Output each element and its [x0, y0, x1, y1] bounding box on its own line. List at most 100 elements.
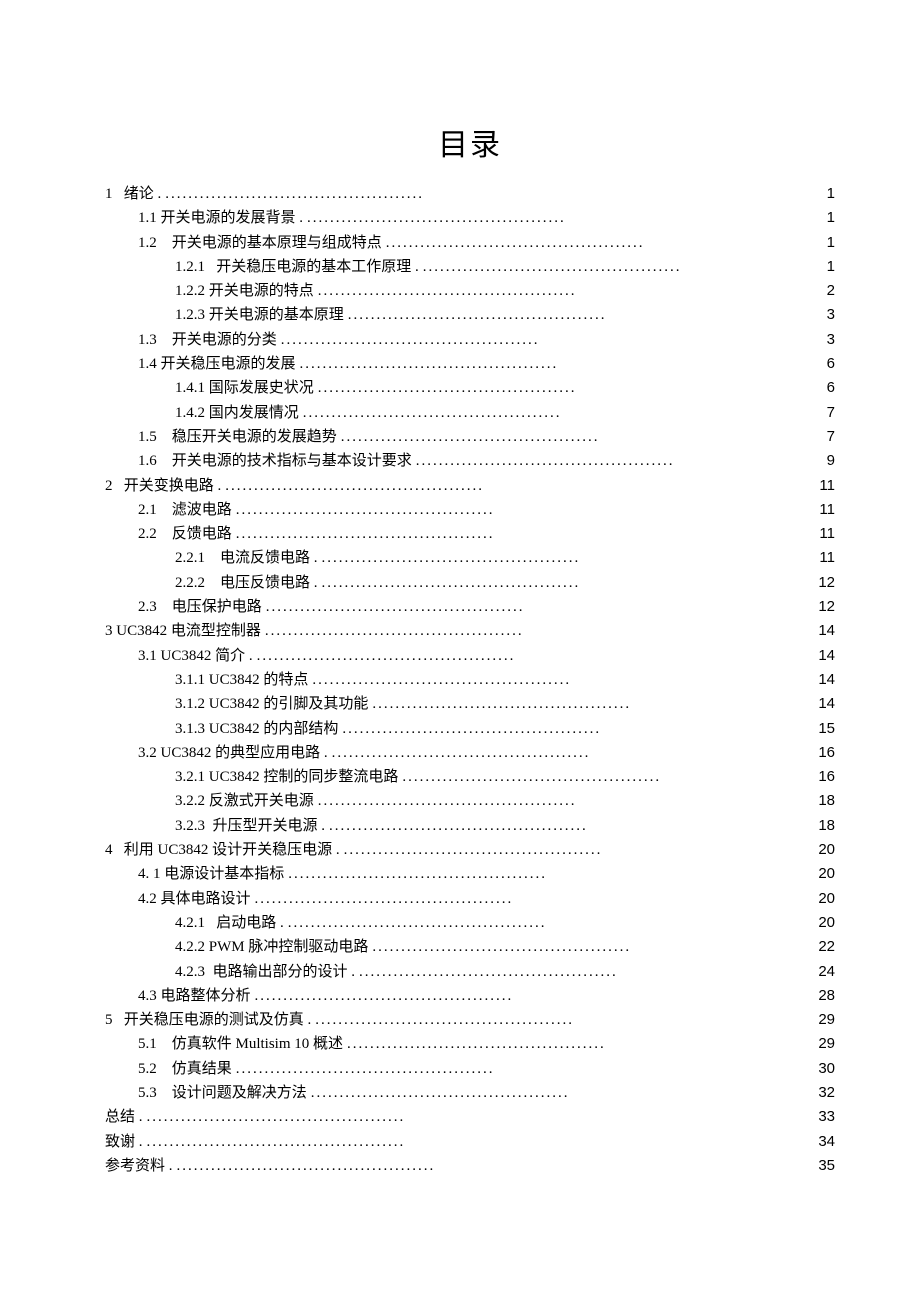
toc-entry-page: 14: [818, 644, 835, 668]
toc-leader-dots: ........................................…: [284, 862, 547, 886]
toc-entry-page: 7: [827, 425, 835, 449]
toc-entry: 4.2.1 启动电路 . ...........................…: [105, 911, 835, 935]
toc-leader-dots: ........................................…: [143, 1105, 406, 1129]
toc-entry-label: 2.2.1 电流反馈电路 .: [175, 546, 318, 570]
toc-leader-dots: ........................................…: [232, 522, 495, 546]
toc-entry-label: 4.2.2 PWM 脉冲控制驱动电路: [175, 935, 368, 959]
toc-entry: 1.4 开关稳压电源的发展 ..........................…: [105, 352, 835, 376]
toc-entry: 3.1.2 UC3842 的引脚及其功能 ...................…: [105, 692, 835, 716]
toc-entry: 致谢 . ...................................…: [105, 1130, 835, 1154]
toc-leader-dots: ........................................…: [284, 911, 547, 935]
toc-entry: 4.2.3 电路输出部分的设计 . ......................…: [105, 960, 835, 984]
toc-entry-label: 3.1.2 UC3842 的引脚及其功能: [175, 692, 368, 716]
toc-entry-label: 2 开关变换电路 .: [105, 474, 221, 498]
toc-leader-dots: ........................................…: [277, 328, 540, 352]
toc-entry-page: 16: [818, 765, 835, 789]
toc-entry: 5.3 设计问题及解决方法 ..........................…: [105, 1081, 835, 1105]
toc-entry-label: 总结 .: [105, 1105, 143, 1129]
toc-entry-label: 4.2.1 启动电路 .: [175, 911, 284, 935]
toc-leader-dots: ........................................…: [161, 182, 424, 206]
toc-entry-label: 1.4 开关稳压电源的发展: [138, 352, 296, 376]
toc-entry-page: 6: [827, 376, 835, 400]
toc-entry-page: 30: [818, 1057, 835, 1081]
toc-entry-page: 34: [818, 1130, 835, 1154]
toc-entry: 4.2 具体电路设计 .............................…: [105, 887, 835, 911]
toc-leader-dots: ........................................…: [368, 692, 631, 716]
toc-leader-dots: ........................................…: [412, 449, 675, 473]
toc-entry: 3.1.1 UC3842 的特点 .......................…: [105, 668, 835, 692]
toc-entry-page: 29: [818, 1032, 835, 1056]
toc-entry-label: 5.1 仿真软件 Multisim 10 概述: [138, 1032, 343, 1056]
toc-entry-label: 1.4.1 国际发展史状况: [175, 376, 314, 400]
toc-entry-page: 32: [818, 1081, 835, 1105]
toc-entry-page: 2: [827, 279, 835, 303]
toc-entry-page: 1: [827, 182, 835, 206]
toc-entry-page: 1: [827, 255, 835, 279]
toc-entry-label: 1.2.2 开关电源的特点: [175, 279, 314, 303]
toc-entry-page: 22: [818, 935, 835, 959]
toc-entry-label: 3.2 UC3842 的典型应用电路 .: [138, 741, 328, 765]
toc-entry-label: 3.1 UC3842 简介 .: [138, 644, 253, 668]
toc-leader-dots: ........................................…: [311, 1008, 574, 1032]
toc-entry: 1.2.3 开关电源的基本原理 ........................…: [105, 303, 835, 327]
toc-leader-dots: ........................................…: [314, 279, 577, 303]
toc-entry-page: 11: [819, 498, 835, 522]
toc-entry-label: 5.2 仿真结果: [138, 1057, 232, 1081]
toc-entry-page: 9: [827, 449, 835, 473]
toc-leader-dots: ........................................…: [344, 303, 607, 327]
toc-entry-page: 3: [827, 328, 835, 352]
toc-entry: 5.2 仿真结果 ...............................…: [105, 1057, 835, 1081]
toc-entry-page: 14: [818, 619, 835, 643]
toc-entry-page: 14: [818, 692, 835, 716]
toc-leader-dots: ........................................…: [338, 717, 601, 741]
toc-entry: 1.3 开关电源的分类 ............................…: [105, 328, 835, 352]
toc-entry: 2.3 电压保护电路 .............................…: [105, 595, 835, 619]
toc-entry-label: 5.3 设计问题及解决方法: [138, 1081, 307, 1105]
toc-entry-label: 1.1 开关电源的发展背景 .: [138, 206, 303, 230]
toc-entry-label: 1.2.1 开关稳压电源的基本工作原理 .: [175, 255, 419, 279]
toc-entry-page: 18: [818, 814, 835, 838]
toc-leader-dots: ........................................…: [398, 765, 661, 789]
toc-leader-dots: ........................................…: [251, 887, 514, 911]
toc-entry-label: 3.1.1 UC3842 的特点: [175, 668, 308, 692]
toc-entry: 2.1 滤波电路 ...............................…: [105, 498, 835, 522]
toc-leader-dots: ........................................…: [232, 498, 495, 522]
toc-entry-label: 2.2 反馈电路: [138, 522, 232, 546]
toc-leader-dots: ........................................…: [308, 668, 571, 692]
toc-leader-dots: ........................................…: [314, 376, 577, 400]
toc-entry-label: 4.3 电路整体分析: [138, 984, 251, 1008]
toc-entry-label: 4.2 具体电路设计: [138, 887, 251, 911]
toc-entry-label: 4 利用 UC3842 设计开关稳压电源 .: [105, 838, 340, 862]
toc-leader-dots: ........................................…: [368, 935, 631, 959]
toc-entry: 2 开关变换电路 . .............................…: [105, 474, 835, 498]
toc-entry-label: 2.1 滤波电路: [138, 498, 232, 522]
toc-entry-label: 3.1.3 UC3842 的内部结构: [175, 717, 338, 741]
toc-entry-label: 1.4.2 国内发展情况: [175, 401, 299, 425]
toc-entry-page: 1: [827, 231, 835, 255]
toc-entry-page: 11: [819, 546, 835, 570]
toc-entry-label: 3 UC3842 电流型控制器: [105, 619, 261, 643]
toc-entry: 总结 . ...................................…: [105, 1105, 835, 1129]
toc-entry-label: 1.3 开关电源的分类: [138, 328, 277, 352]
toc-leader-dots: ........................................…: [314, 789, 577, 813]
toc-entry: 4. 1 电源设计基本指标 ..........................…: [105, 862, 835, 886]
toc-entry-label: 1 绪论 .: [105, 182, 161, 206]
toc-entry-label: 1.5 稳压开关电源的发展趋势: [138, 425, 337, 449]
toc-entry-label: 3.2.3 升压型开关电源 .: [175, 814, 325, 838]
toc-entry-label: 致谢 .: [105, 1130, 143, 1154]
toc-entry: 4.2.2 PWM 脉冲控制驱动电路 .....................…: [105, 935, 835, 959]
toc-entry-page: 6: [827, 352, 835, 376]
toc-entry-label: 2.2.2 电压反馈电路 .: [175, 571, 318, 595]
toc-leader-dots: ........................................…: [296, 352, 559, 376]
toc-entry-page: 11: [819, 522, 835, 546]
toc-entry: 3 UC3842 电流型控制器 ........................…: [105, 619, 835, 643]
toc-entry: 4.3 电路整体分析 .............................…: [105, 984, 835, 1008]
toc-entry: 1.2 开关电源的基本原理与组成特点 .....................…: [105, 231, 835, 255]
toc-leader-dots: ........................................…: [143, 1130, 406, 1154]
toc-leader-dots: ........................................…: [261, 619, 524, 643]
toc-entry-label: 3.2.2 反激式开关电源: [175, 789, 314, 813]
toc-entry-page: 3: [827, 303, 835, 327]
toc-entry-label: 1.2 开关电源的基本原理与组成特点: [138, 231, 382, 255]
toc-leader-dots: ........................................…: [299, 401, 562, 425]
toc-entry: 3.1.3 UC3842 的内部结构 .....................…: [105, 717, 835, 741]
